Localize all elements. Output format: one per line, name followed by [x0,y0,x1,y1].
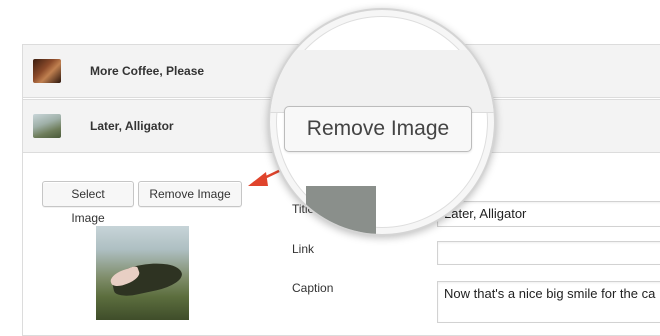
link-label: Link [292,242,315,256]
magnified-image-corner [306,186,376,234]
slide-thumbnail [33,59,61,83]
caption-label: Caption [292,281,334,295]
magnified-row-band [270,50,494,113]
link-input[interactable] [437,241,660,265]
slide-thumbnail [33,114,61,138]
slide-row-title: Later, Alligator [90,119,174,133]
slide-row-title: More Coffee, Please [90,64,205,78]
remove-image-button[interactable]: Remove Image [138,181,242,207]
caption-textarea[interactable]: Now that's a nice big smile for the ca [437,281,660,323]
zoom-magnifier: Remove Image [268,8,496,236]
magnified-remove-image-button: Remove Image [284,106,472,152]
slide-image-preview [96,226,189,320]
title-input[interactable]: Later, Alligator [437,201,660,227]
select-image-button[interactable]: Select Image [42,181,134,225]
